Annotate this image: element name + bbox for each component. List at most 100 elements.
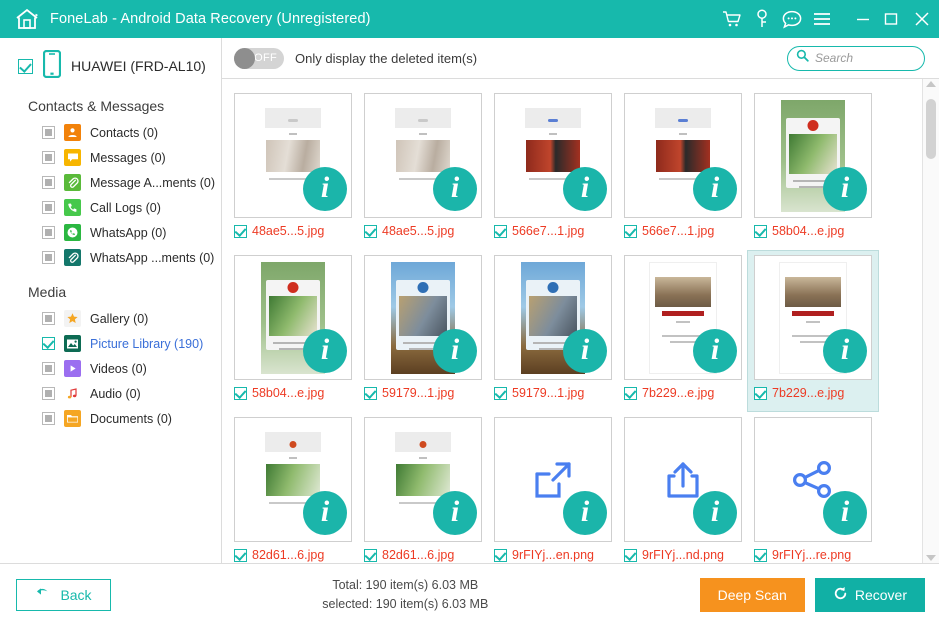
vertical-scrollbar[interactable]	[922, 79, 939, 563]
videos-checkbox[interactable]	[42, 362, 55, 375]
item-checkbox[interactable]	[494, 549, 507, 562]
item-checkbox[interactable]	[754, 387, 767, 400]
scrollbar-track[interactable]	[923, 87, 939, 555]
grid-item[interactable]: i 566e7...1.jpg	[618, 89, 748, 249]
device-row[interactable]: HUAWEI (FRD-AL10)	[0, 48, 221, 84]
thumbnail[interactable]: i	[234, 93, 352, 218]
sidebar-item-call-logs[interactable]: Call Logs (0)	[0, 195, 221, 220]
grid-item[interactable]: i 7b229...e.jpg	[618, 251, 748, 411]
info-badge[interactable]: i	[823, 329, 867, 373]
thumbnail[interactable]: i	[754, 255, 872, 380]
device-checkbox[interactable]	[18, 59, 33, 74]
recover-button[interactable]: Recover	[815, 578, 925, 612]
gallery-checkbox[interactable]	[42, 312, 55, 325]
grid-item[interactable]: i 48ae5...5.jpg	[228, 89, 358, 249]
documents-checkbox[interactable]	[42, 412, 55, 425]
thumbnail[interactable]: i	[754, 417, 872, 542]
item-checkbox[interactable]	[754, 549, 767, 562]
item-checkbox[interactable]	[234, 549, 247, 562]
grid-item[interactable]: i 48ae5...5.jpg	[358, 89, 488, 249]
sidebar-item-whatsapp[interactable]: WhatsApp (0)	[0, 220, 221, 245]
contacts-checkbox[interactable]	[42, 126, 55, 139]
item-checkbox[interactable]	[754, 225, 767, 238]
info-badge[interactable]: i	[433, 167, 477, 211]
item-checkbox[interactable]	[364, 549, 377, 562]
grid-item[interactable]: i 82d61...6.jpg	[358, 413, 488, 563]
info-badge[interactable]: i	[303, 167, 347, 211]
item-checkbox[interactable]	[624, 387, 637, 400]
deep-scan-button[interactable]: Deep Scan	[700, 578, 805, 612]
info-badge[interactable]: i	[303, 329, 347, 373]
thumbnail[interactable]: i	[364, 255, 482, 380]
item-checkbox[interactable]	[364, 225, 377, 238]
sidebar-item-picture-library[interactable]: Picture Library (190)	[0, 331, 221, 356]
thumbnail[interactable]: i	[624, 255, 742, 380]
info-badge[interactable]: i	[823, 167, 867, 211]
info-badge[interactable]: i	[693, 167, 737, 211]
search-box[interactable]	[787, 46, 925, 71]
whatsapp-checkbox[interactable]	[42, 226, 55, 239]
message-attachments-checkbox[interactable]	[42, 176, 55, 189]
sidebar-item-documents[interactable]: Documents (0)	[0, 406, 221, 431]
grid-item[interactable]: i 9rFIYj...re.png	[748, 413, 878, 563]
picture-library-checkbox[interactable]	[42, 337, 55, 350]
sidebar-item-videos[interactable]: Videos (0)	[0, 356, 221, 381]
item-checkbox[interactable]	[234, 225, 247, 238]
audio-checkbox[interactable]	[42, 387, 55, 400]
item-checkbox[interactable]	[624, 225, 637, 238]
item-checkbox[interactable]	[494, 225, 507, 238]
search-input[interactable]	[815, 51, 916, 65]
key-icon[interactable]	[747, 0, 777, 38]
thumbnail[interactable]: i	[624, 93, 742, 218]
sidebar-item-whatsapp-attachments[interactable]: WhatsApp ...ments (0)	[0, 245, 221, 270]
item-checkbox[interactable]	[494, 387, 507, 400]
thumbnail[interactable]: i	[624, 417, 742, 542]
minimize-icon[interactable]	[849, 0, 877, 38]
scrollbar-thumb[interactable]	[926, 99, 936, 159]
grid-item[interactable]: i 59179...1.jpg	[488, 251, 618, 411]
whatsapp-attachments-checkbox[interactable]	[42, 251, 55, 264]
item-checkbox[interactable]	[624, 549, 637, 562]
info-badge[interactable]: i	[563, 329, 607, 373]
thumbnail[interactable]: i	[494, 93, 612, 218]
thumbnail[interactable]: i	[234, 417, 352, 542]
maximize-icon[interactable]	[877, 0, 905, 38]
sidebar-item-gallery[interactable]: Gallery (0)	[0, 306, 221, 331]
thumbnail[interactable]: i	[754, 93, 872, 218]
info-badge[interactable]: i	[693, 329, 737, 373]
scroll-down-arrow-icon[interactable]	[926, 555, 936, 561]
info-badge[interactable]: i	[693, 491, 737, 535]
thumbnail[interactable]: i	[494, 255, 612, 380]
grid-item[interactable]: i 58b04...e.jpg	[748, 89, 878, 249]
chat-icon[interactable]	[777, 0, 807, 38]
info-badge[interactable]: i	[433, 329, 477, 373]
info-badge[interactable]: i	[563, 491, 607, 535]
item-checkbox[interactable]	[364, 387, 377, 400]
deleted-items-toggle[interactable]: OFF	[234, 48, 284, 69]
home-icon[interactable]	[10, 4, 44, 34]
grid-item-selected[interactable]: i 7b229...e.jpg	[748, 251, 878, 411]
thumbnail[interactable]: i	[364, 417, 482, 542]
info-badge[interactable]: i	[433, 491, 477, 535]
info-badge[interactable]: i	[823, 491, 867, 535]
grid-item[interactable]: i 9rFIYj...en.png	[488, 413, 618, 563]
grid-item[interactable]: i 82d61...6.jpg	[228, 413, 358, 563]
info-badge[interactable]: i	[303, 491, 347, 535]
grid-item[interactable]: i 59179...1.jpg	[358, 251, 488, 411]
cart-icon[interactable]	[717, 0, 747, 38]
call-logs-checkbox[interactable]	[42, 201, 55, 214]
grid-item[interactable]: i 9rFIYj...nd.png	[618, 413, 748, 563]
info-badge[interactable]: i	[563, 167, 607, 211]
close-icon[interactable]	[905, 0, 939, 38]
sidebar-item-contacts[interactable]: Contacts (0)	[0, 120, 221, 145]
thumbnail[interactable]: i	[234, 255, 352, 380]
hamburger-menu-icon[interactable]	[807, 0, 837, 38]
back-button[interactable]: Back	[16, 579, 111, 611]
sidebar-item-messages[interactable]: Messages (0)	[0, 145, 221, 170]
sidebar-item-audio[interactable]: Audio (0)	[0, 381, 221, 406]
thumbnail[interactable]: i	[364, 93, 482, 218]
thumbnail[interactable]: i	[494, 417, 612, 542]
grid-item[interactable]: i 566e7...1.jpg	[488, 89, 618, 249]
grid-item[interactable]: i 58b04...e.jpg	[228, 251, 358, 411]
messages-checkbox[interactable]	[42, 151, 55, 164]
